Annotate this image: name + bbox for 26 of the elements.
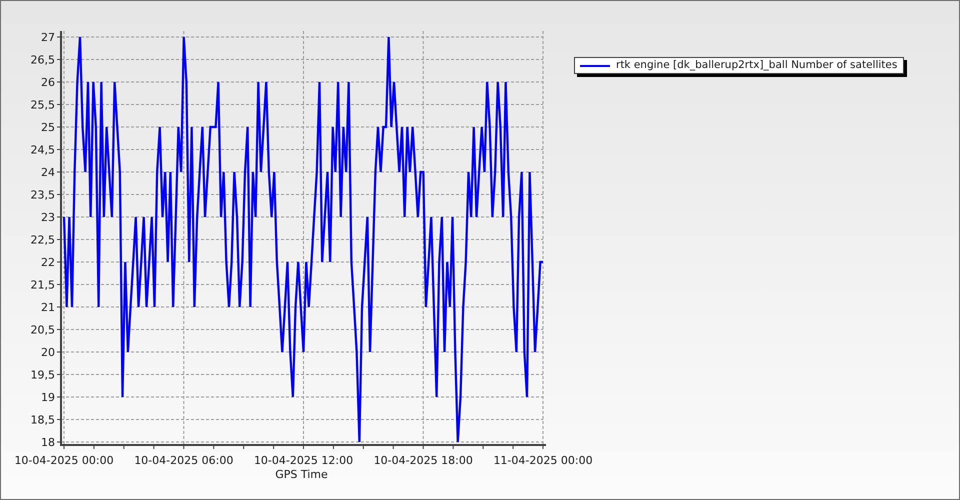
axis-tick-label: 26 xyxy=(41,76,55,89)
axis-tick-label: 25 xyxy=(41,121,55,134)
axis-tick-label: 20 xyxy=(41,346,55,359)
axis-tick-label: 21,5 xyxy=(30,278,55,292)
axis-tick-label: 18 xyxy=(41,436,55,449)
axis-tick-label: 10-04-2025 00:00 xyxy=(14,454,114,467)
axis-tick-label: 20,5 xyxy=(30,324,55,336)
axis-tick-label: 26,5 xyxy=(30,54,55,66)
legend-label: rtk engine [dk_ballerup2rtx]_ball Number of satellites xyxy=(616,59,898,72)
axis-title: GPS Time xyxy=(275,468,328,481)
axis-tick-label: 25,5 xyxy=(30,98,55,112)
axis-tick-label: 23,5 xyxy=(30,188,55,202)
axis-tick-label: 10-04-2025 06:00 xyxy=(134,454,234,467)
axis-tick-label: 22 xyxy=(41,256,55,269)
axis-tick-label: 19 xyxy=(41,391,55,404)
axis-tick-label: 11-04-2025 00:00 xyxy=(493,454,593,467)
axis-tick-label: 27 xyxy=(41,31,55,44)
axis-tick-label: 22,5 xyxy=(30,234,55,246)
axis-tick-label: 24,5 xyxy=(30,144,55,156)
axis-tick-label: 19,5 xyxy=(30,368,55,382)
axis-tick-label: 18,5 xyxy=(30,414,55,426)
axis-tick-label: 23 xyxy=(41,211,55,224)
axis-tick-label: 10-04-2025 18:00 xyxy=(374,454,473,467)
axis-tick-label: 21 xyxy=(41,301,55,314)
axis-tick-label: 10-04-2025 12:00 xyxy=(254,454,354,467)
axis-tick-label: 24 xyxy=(41,166,55,179)
